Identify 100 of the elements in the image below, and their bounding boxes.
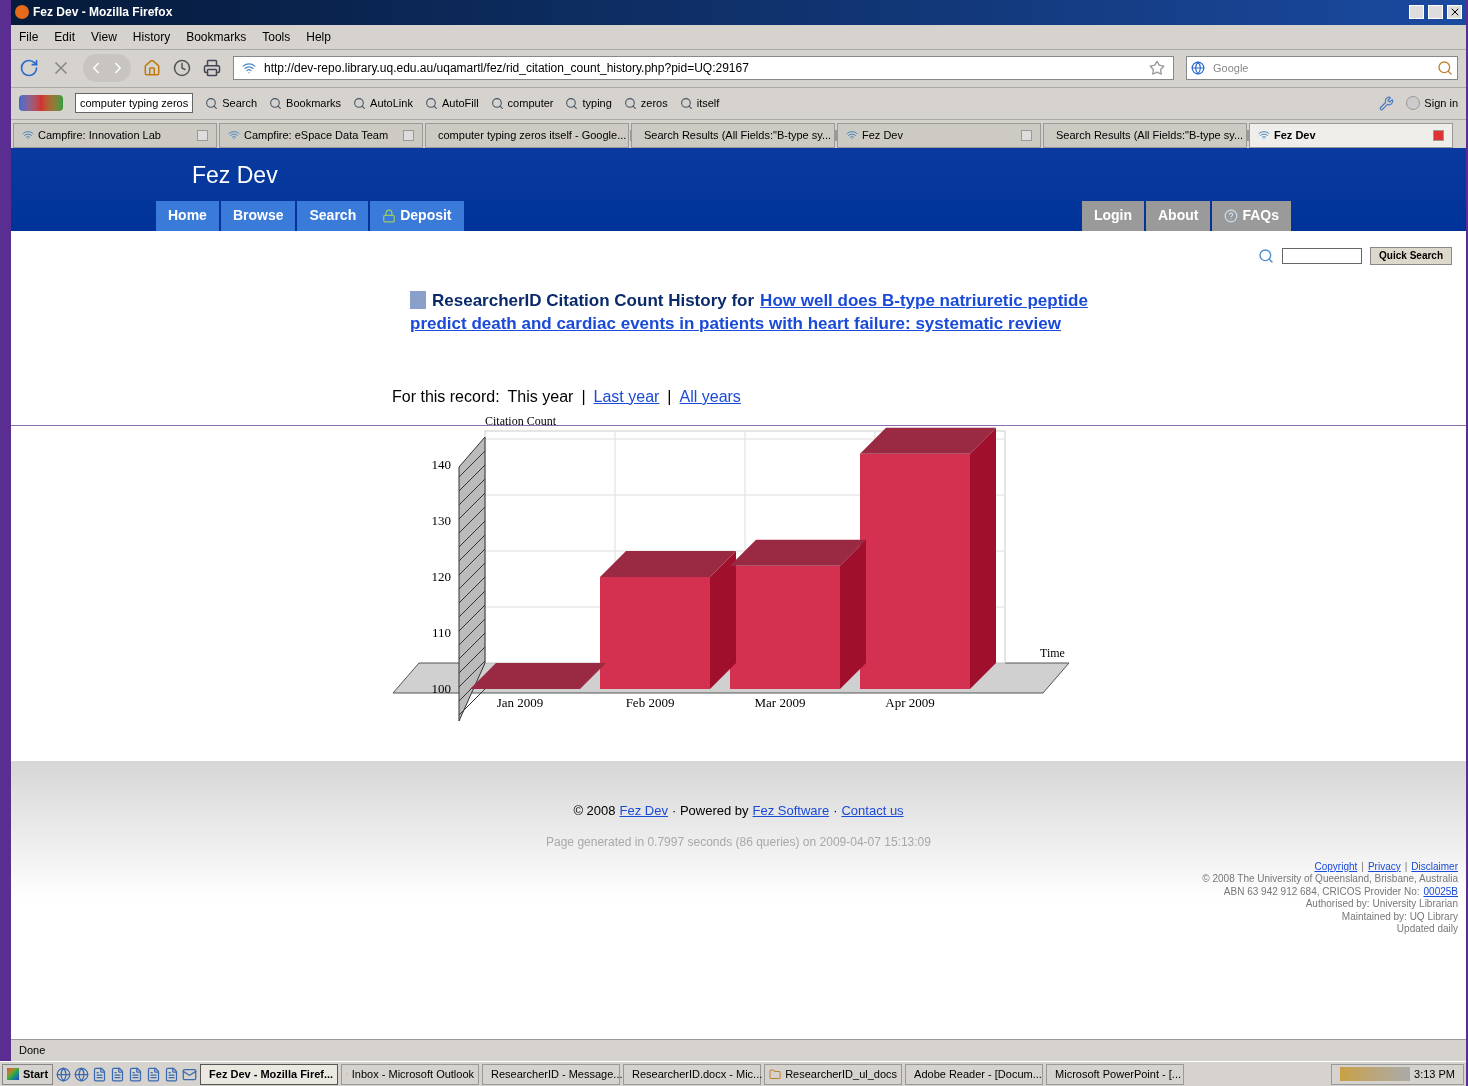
- globe-icon[interactable]: [56, 1066, 72, 1082]
- quick-search-field[interactable]: [1282, 247, 1363, 264]
- windows-logo: [7, 1068, 19, 1080]
- footer-text: © 2008: [573, 802, 616, 821]
- toolbar-button[interactable]: Bookmarks: [269, 95, 342, 112]
- record-link[interactable]: predict death and cardiac events in patients with heart failure: systematic review: [410, 311, 1061, 335]
- footer-link[interactable]: 00025B: [1423, 885, 1458, 899]
- print-icon[interactable]: [203, 59, 221, 78]
- x-tick-label: Apr 2009: [885, 694, 935, 710]
- toolbar-button[interactable]: typing: [565, 95, 612, 112]
- footer-text: ·: [833, 802, 838, 821]
- document-icon[interactable]: [164, 1066, 180, 1082]
- search-field[interactable]: Google: [1186, 56, 1458, 81]
- footer-line: Maintained by: UQ Library: [1341, 910, 1458, 924]
- nav-link[interactable]: Browse: [220, 200, 296, 231]
- start-button[interactable]: Start: [2, 1063, 54, 1085]
- footer-link[interactable]: Fez Dev: [619, 801, 668, 821]
- document-icon[interactable]: [146, 1066, 162, 1082]
- browser-tab[interactable]: Campfire: eSpace Data Team: [219, 122, 423, 148]
- browser-tab[interactable]: Fez Dev: [1249, 122, 1453, 148]
- search-icon[interactable]: [1437, 60, 1453, 77]
- menu-item[interactable]: Bookmarks: [186, 27, 247, 46]
- taskbar-button[interactable]: Microsoft PowerPoint - [...: [1046, 1063, 1185, 1085]
- globe-icon[interactable]: [74, 1066, 90, 1082]
- separator: |: [581, 386, 586, 407]
- separator: |: [667, 386, 672, 407]
- footer-link[interactable]: Disclaimer: [1411, 860, 1458, 874]
- footer-line: Authorised by: University Librarian: [1305, 898, 1458, 911]
- nav-link[interactable]: Search: [297, 200, 369, 231]
- footer-link[interactable]: Copyright: [1314, 860, 1358, 874]
- magnifier-icon: [565, 96, 579, 110]
- taskbar-button[interactable]: ResearcherID.docx - Mic...: [623, 1063, 762, 1085]
- menu-item[interactable]: File: [19, 27, 39, 46]
- period-link[interactable]: This year: [507, 384, 574, 409]
- separator: |: [1361, 860, 1364, 874]
- toolbar-button[interactable]: AutoLink: [353, 95, 413, 112]
- sign-in-button[interactable]: Sign in: [1406, 95, 1458, 112]
- toolbar-button[interactable]: zeros: [623, 95, 668, 112]
- period-link[interactable]: Last year: [593, 384, 660, 409]
- toolbar-button[interactable]: AutoFill: [424, 95, 479, 112]
- tab-label: computer typing zeros itself - Google...: [438, 128, 627, 144]
- taskbar-button[interactable]: Inbox - Microsoft Outlook: [341, 1063, 480, 1085]
- browser-tab[interactable]: Fez Dev: [837, 122, 1041, 148]
- period-link[interactable]: All years: [679, 384, 741, 409]
- menu-item[interactable]: Edit: [54, 27, 76, 46]
- menu-item[interactable]: Tools: [262, 27, 291, 46]
- status-bar: Done: [11, 1039, 1466, 1061]
- magnifier-icon: [490, 96, 504, 110]
- footer-link[interactable]: Fez Software: [752, 801, 830, 821]
- star-icon[interactable]: [1149, 60, 1165, 77]
- menu-item[interactable]: Help: [306, 27, 331, 46]
- toolbar-button[interactable]: itself: [679, 95, 720, 112]
- tab-label: Search Results (All Fields:"B-type sy...: [1056, 128, 1244, 144]
- nav-link[interactable]: Deposit: [370, 200, 464, 231]
- browser-tab[interactable]: Campfire: Innovation Lab: [13, 122, 217, 148]
- footer-link[interactable]: Contact us: [841, 801, 904, 821]
- minimize-button[interactable]: [1409, 5, 1424, 20]
- site-title: Fez Dev: [191, 160, 279, 190]
- close-button[interactable]: [1447, 5, 1462, 20]
- document-icon[interactable]: [128, 1066, 144, 1082]
- browser-tab[interactable]: computer typing zeros itself - Google...: [425, 122, 629, 148]
- home-icon[interactable]: [143, 59, 161, 78]
- period-label: For this record:: [392, 386, 500, 407]
- y-axis-title: Citation Count: [485, 413, 556, 428]
- menu-item[interactable]: View: [91, 27, 117, 46]
- record-link[interactable]: How well does B-type natriuretic peptide: [760, 288, 1088, 312]
- menu-item[interactable]: History: [132, 27, 171, 46]
- quick-search-button[interactable]: Quick Search: [1370, 246, 1452, 265]
- search-placeholder: Google: [1213, 61, 1250, 77]
- tab-label: Fez Dev: [862, 128, 904, 144]
- magnifier-icon: [679, 96, 693, 110]
- footer-line: © 2008 The University of Queensland, Brisbane, Australia: [1202, 873, 1458, 886]
- reload-icon[interactable]: [19, 58, 39, 79]
- clock-icon[interactable]: [173, 59, 191, 78]
- taskbar-button[interactable]: ResearcherID - Message...: [482, 1063, 621, 1085]
- tab-label: Campfire: eSpace Data Team: [244, 128, 390, 144]
- footer-line: Updated daily: [1396, 923, 1458, 936]
- taskbar-button[interactable]: Adobe Reader - [Docum...: [905, 1063, 1044, 1085]
- toolbar-button[interactable]: computer: [490, 95, 554, 112]
- wrench-icon[interactable]: [1379, 95, 1395, 111]
- document-icon[interactable]: [110, 1066, 126, 1082]
- restore-button[interactable]: [1428, 5, 1443, 20]
- nav-link[interactable]: Home: [156, 200, 219, 231]
- taskbar-button[interactable]: ResearcherID_ul_docs: [764, 1063, 903, 1085]
- taskbar-button[interactable]: Fez Dev - Mozilla Firef...: [200, 1063, 339, 1085]
- mail-icon[interactable]: [182, 1066, 198, 1082]
- toolbar-button[interactable]: Search: [205, 95, 258, 112]
- y-tick-label: 100: [431, 680, 451, 696]
- footer-line: ABN 63 942 912 684, CRICOS Provider No:: [1223, 885, 1420, 899]
- footer-link[interactable]: Privacy: [1367, 860, 1401, 874]
- toolbar-search-field[interactable]: computer typing zeros: [75, 93, 194, 114]
- browser-tab[interactable]: Search Results (All Fields:"B-type sy...: [1043, 122, 1247, 148]
- y-tick-label: 120: [431, 568, 451, 584]
- magnifier-icon: [353, 96, 367, 110]
- browser-tab[interactable]: Search Results (All Fields:"B-type sy...: [631, 122, 835, 148]
- document-icon[interactable]: [92, 1066, 108, 1082]
- address-text: http://dev-repo.library.uq.edu.au/uqamartl/fez/rid_citation_count_history.php?pid=UQ:29167: [264, 60, 750, 78]
- x-tick-label: Feb 2009: [625, 694, 675, 710]
- search-engine-icon: [1191, 61, 1205, 76]
- address-field[interactable]: http://dev-repo.library.uq.edu.au/uqamartl/fez/rid_citation_count_history.php?pid=UQ:29167: [233, 56, 1174, 81]
